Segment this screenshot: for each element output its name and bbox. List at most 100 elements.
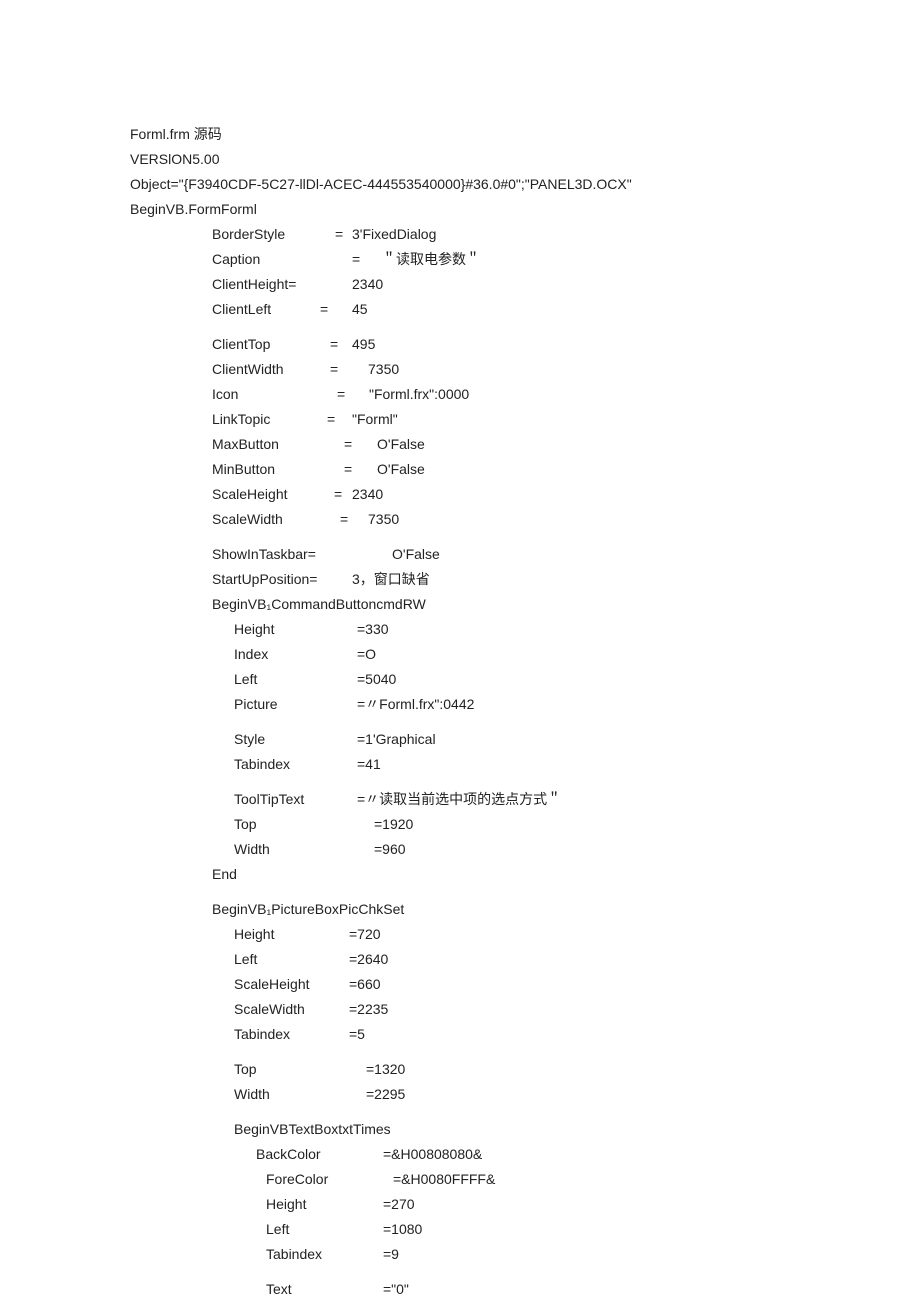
cmdrw-index: Index=O	[234, 644, 920, 665]
prop-label: Left	[234, 669, 357, 690]
prop-value: 2340	[352, 484, 383, 505]
prop-eq: =	[327, 409, 352, 430]
cmdrw-height: Height=330	[234, 619, 920, 640]
prop-label: Style	[234, 729, 357, 750]
prop-label: Top	[234, 1059, 366, 1080]
prop-maxbutton: MaxButton=O'False	[212, 434, 920, 455]
prop-label: MaxButton	[212, 434, 344, 455]
prop-value: 45	[352, 299, 368, 320]
prop-label: Picture	[234, 694, 357, 715]
header-line-4: BeginVB.FormForml	[130, 199, 920, 220]
prop-label: MinButton	[212, 459, 344, 480]
picchkset-properties: Height=720 Left=2640 ScaleHeight=660 Sca…	[234, 924, 920, 1300]
prop-label: ScaleHeight	[212, 484, 334, 505]
prop-eq: =	[340, 509, 368, 530]
prop-value: =O	[357, 644, 376, 665]
prop-value: O'False	[392, 544, 440, 565]
prop-value: 495	[352, 334, 375, 355]
cmdrw-tooltiptext: ToolTipText=〃读取当前选中项的选点方式＂	[234, 789, 920, 810]
prop-clienttop: ClientTop=495	[212, 334, 920, 355]
prop-label: ScaleHeight	[234, 974, 349, 995]
prop-value: =&H00808080&	[383, 1144, 482, 1165]
prop-label: BackColor	[256, 1144, 383, 1165]
prop-label: ClientHeight=	[212, 274, 352, 295]
header-line-1: Forml.frm 源码	[130, 124, 920, 145]
picchkset-height: Height=720	[234, 924, 920, 945]
prop-value: O'False	[377, 459, 425, 480]
prop-label: ClientLeft	[212, 299, 320, 320]
cmdrw-picture: Picture=〃Forml.frx":0442	[234, 694, 920, 715]
begin-picchkset: BeginVB₁PictureBoxPicChkSet	[212, 899, 920, 920]
txttimes-height: Height=270	[266, 1194, 920, 1215]
prop-label: Tabindex	[234, 754, 357, 775]
prop-label: Width	[234, 839, 374, 860]
prop-linktopic: LinkTopic="Forml"	[212, 409, 920, 430]
prop-label: Top	[234, 814, 374, 835]
prop-eq: =	[334, 484, 352, 505]
txttimes-tabindex: Tabindex=9	[266, 1244, 920, 1265]
picchkset-left: Left=2640	[234, 949, 920, 970]
prop-value: 2340	[352, 274, 383, 295]
end-cmdrw: End	[212, 864, 920, 885]
cmdrw-left: Left=5040	[234, 669, 920, 690]
prop-value: =1320	[366, 1059, 405, 1080]
cmdrw-properties: Height=330 Index=O Left=5040 Picture=〃Fo…	[234, 619, 920, 860]
prop-clientwidth: ClientWidth=7350	[212, 359, 920, 380]
prop-value: 3'FixedDialog	[352, 224, 436, 245]
picchkset-tabindex: Tabindex=5	[234, 1024, 920, 1045]
picchkset-scaleheight: ScaleHeight=660	[234, 974, 920, 995]
prop-label: Caption	[212, 249, 352, 270]
prop-value: "Forml"	[352, 409, 398, 430]
prop-value: =〃Forml.frx":0442	[357, 694, 474, 715]
prop-eq: =	[320, 299, 352, 320]
prop-value: ＂读取电参数＂	[382, 249, 480, 270]
prop-caption: Caption=＂读取电参数＂	[212, 249, 920, 270]
prop-value: =2295	[366, 1084, 405, 1105]
prop-label: Height	[234, 619, 357, 640]
prop-value: 3，窗口缺省	[352, 569, 430, 590]
prop-value: O'False	[377, 434, 425, 455]
prop-label: LinkTopic	[212, 409, 327, 430]
prop-label: Index	[234, 644, 357, 665]
prop-label: Height	[266, 1194, 383, 1215]
picchkset-scalewidth: ScaleWidth=2235	[234, 999, 920, 1020]
prop-label: ClientTop	[212, 334, 330, 355]
picchkset-width: Width=2295	[234, 1084, 920, 1105]
prop-value: =1080	[383, 1219, 422, 1240]
prop-value: =660	[349, 974, 381, 995]
prop-label: Text	[266, 1279, 383, 1300]
prop-clientleft: ClientLeft=45	[212, 299, 920, 320]
prop-value: =2640	[349, 949, 388, 970]
prop-label: BorderStyle	[212, 224, 335, 245]
code-document: Forml.frm 源码 VERSlON5.00 Object="{F3940C…	[0, 0, 920, 1300]
txttimes-properties: BackColor=&H00808080& ForeColor=&H0080FF…	[256, 1144, 920, 1300]
prop-value: =〃读取当前选中项的选点方式＂	[357, 789, 561, 810]
prop-value: =270	[383, 1194, 415, 1215]
prop-value: =1920	[374, 814, 413, 835]
prop-eq: =	[330, 359, 368, 380]
prop-eq: =	[335, 224, 352, 245]
prop-label: ForeColor	[266, 1169, 393, 1190]
prop-value: =5040	[357, 669, 396, 690]
prop-label: ShowInTaskbar=	[212, 544, 392, 565]
prop-label: ClientWidth	[212, 359, 330, 380]
prop-borderstyle: BorderStyle=3'FixedDialog	[212, 224, 920, 245]
header-line-3: Object="{F3940CDF-5C27-llDl-ACEC-4445535…	[130, 174, 920, 195]
prop-label: Width	[234, 1084, 366, 1105]
prop-minbutton: MinButton=O'False	[212, 459, 920, 480]
prop-label: ScaleWidth	[212, 509, 340, 530]
prop-label: Left	[266, 1219, 383, 1240]
cmdrw-style: Style=1'Graphical	[234, 729, 920, 750]
prop-value: =5	[349, 1024, 365, 1045]
prop-value: 7350	[368, 509, 399, 530]
form-properties-block: BorderStyle=3'FixedDialog Caption=＂读取电参数…	[212, 224, 920, 1300]
prop-label: Tabindex	[234, 1024, 349, 1045]
prop-eq: =	[330, 334, 352, 355]
begin-cmdrw: BeginVB₁CommandButtoncmdRW	[212, 594, 920, 615]
prop-startupposition: StartUpPosition=3，窗口缺省	[212, 569, 920, 590]
txttimes-left: Left=1080	[266, 1219, 920, 1240]
prop-value: 7350	[368, 359, 399, 380]
begin-txttimes: BeginVBTextBoxtxtTimes	[234, 1119, 920, 1140]
prop-label: Left	[234, 949, 349, 970]
prop-value: =2235	[349, 999, 388, 1020]
